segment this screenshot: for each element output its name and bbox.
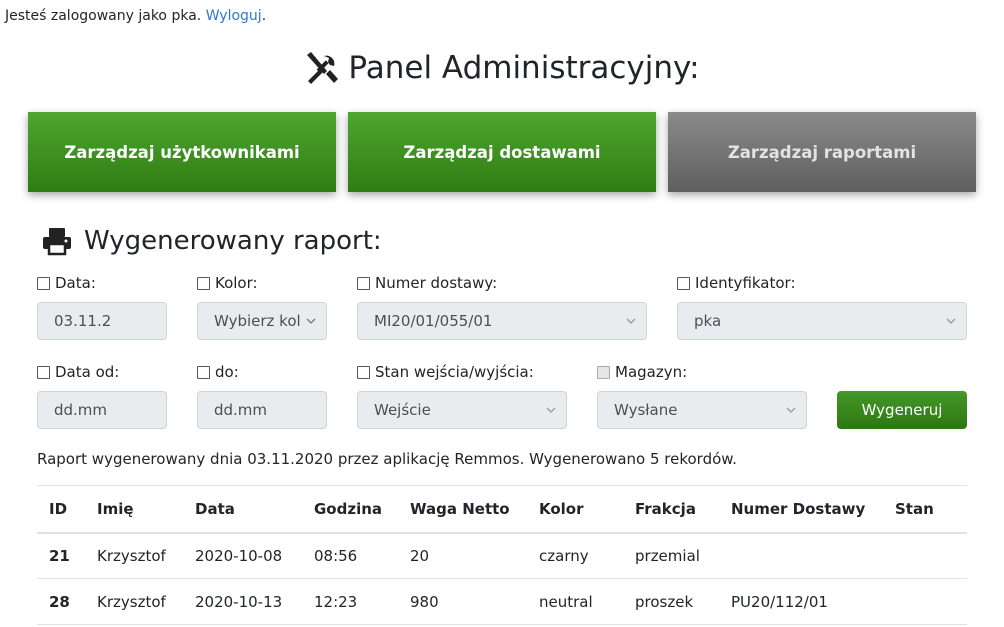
column-header: Frakcja (623, 485, 719, 534)
chevron-down-icon (306, 318, 316, 324)
cell-time: 12:23 (302, 578, 398, 625)
cell-delivery (719, 532, 883, 579)
color-filter-label[interactable]: Kolor: (197, 274, 258, 292)
manage-reports-button[interactable]: Zarządzaj raportami (668, 112, 976, 192)
date-to-input[interactable]: dd.mm (197, 391, 327, 429)
state-select[interactable]: Wejście (357, 391, 567, 429)
page-title: Panel Administracyjny: (0, 50, 1004, 86)
login-status: Jesteś zalogowany jako pka. Wyloguj. (5, 8, 267, 24)
date-to-filter-label[interactable]: do: (197, 363, 239, 381)
manage-deliveries-button[interactable]: Zarządzaj dostawami (348, 112, 656, 192)
cell-name: Krzysztof (85, 532, 183, 579)
cell-color: neutral (527, 578, 623, 625)
column-header: Numer Dostawy (719, 485, 883, 534)
date-to-checkbox[interactable] (197, 365, 210, 379)
identifier-select[interactable]: pka (677, 302, 967, 340)
date-checkbox[interactable] (37, 276, 50, 290)
chevron-down-icon (786, 407, 796, 413)
column-header: Kolor (527, 485, 623, 534)
report-title-text: Wygenerowany raport: (84, 226, 382, 256)
chevron-down-icon (946, 318, 956, 324)
state-checkbox[interactable] (357, 365, 370, 379)
cell-delivery: PU20/112/01 (719, 578, 883, 625)
delivery-filter-label[interactable]: Numer dostawy: (357, 274, 497, 292)
column-header: Stan (883, 485, 967, 534)
table-header-row: ID Imię Data Godzina Waga Netto Kolor Fr… (37, 485, 967, 534)
chevron-down-icon (626, 318, 636, 324)
page-title-text: Panel Administracyjny: (348, 50, 700, 86)
report-info: Raport wygenerowany dnia 03.11.2020 prze… (37, 450, 737, 468)
generate-button[interactable]: Wygeneruj (837, 391, 967, 429)
date-from-checkbox[interactable] (37, 365, 50, 379)
delivery-select[interactable]: MI20/01/055/01 (357, 302, 647, 340)
warehouse-checkbox (597, 365, 610, 379)
logout-link[interactable]: Wyloguj (206, 8, 262, 24)
color-checkbox[interactable] (197, 276, 210, 290)
date-filter-label[interactable]: Data: (37, 274, 96, 292)
cell-id: 21 (37, 532, 85, 579)
cell-id: 28 (37, 578, 85, 625)
identifier-filter-label[interactable]: Identyfikator: (677, 274, 796, 292)
color-select[interactable]: Wybierz kol (197, 302, 327, 340)
table-row: 21 Krzysztof 2020-10-08 08:56 20 czarny … (37, 532, 967, 579)
report-table: ID Imię Data Godzina Waga Netto Kolor Fr… (37, 485, 967, 625)
warehouse-filter-label: Magazyn: (597, 363, 687, 381)
chevron-down-icon (546, 407, 556, 413)
date-from-input[interactable]: dd.mm (37, 391, 167, 429)
logged-in-text: Jesteś zalogowany jako pka. (5, 8, 202, 24)
cell-name: Krzysztof (85, 578, 183, 625)
delivery-checkbox[interactable] (357, 276, 370, 290)
column-header: Godzina (302, 485, 398, 534)
warehouse-select[interactable]: Wysłane (597, 391, 807, 429)
cell-weight: 20 (398, 532, 527, 579)
cell-time: 08:56 (302, 532, 398, 579)
column-header: ID (37, 485, 85, 534)
date-input[interactable]: 03.11.2 (37, 302, 167, 340)
tools-icon (307, 52, 339, 84)
cell-fraction: przemial (623, 532, 719, 579)
cell-date: 2020-10-08 (183, 532, 302, 579)
date-from-filter-label[interactable]: Data od: (37, 363, 119, 381)
printer-icon (43, 228, 71, 256)
cell-state (883, 578, 967, 625)
report-title: Wygenerowany raport: (42, 226, 382, 256)
cell-date: 2020-10-13 (183, 578, 302, 625)
column-header: Waga Netto (398, 485, 527, 534)
identifier-checkbox[interactable] (677, 276, 690, 290)
state-filter-label[interactable]: Stan wejścia/wyjścia: (357, 363, 534, 381)
cell-state (883, 532, 967, 579)
cell-weight: 980 (398, 578, 527, 625)
cell-color: czarny (527, 532, 623, 579)
column-header: Data (183, 485, 302, 534)
manage-users-button[interactable]: Zarządzaj użytkownikami (28, 112, 336, 192)
table-row: 28 Krzysztof 2020-10-13 12:23 980 neutra… (37, 578, 967, 625)
column-header: Imię (85, 485, 183, 534)
cell-fraction: proszek (623, 578, 719, 625)
